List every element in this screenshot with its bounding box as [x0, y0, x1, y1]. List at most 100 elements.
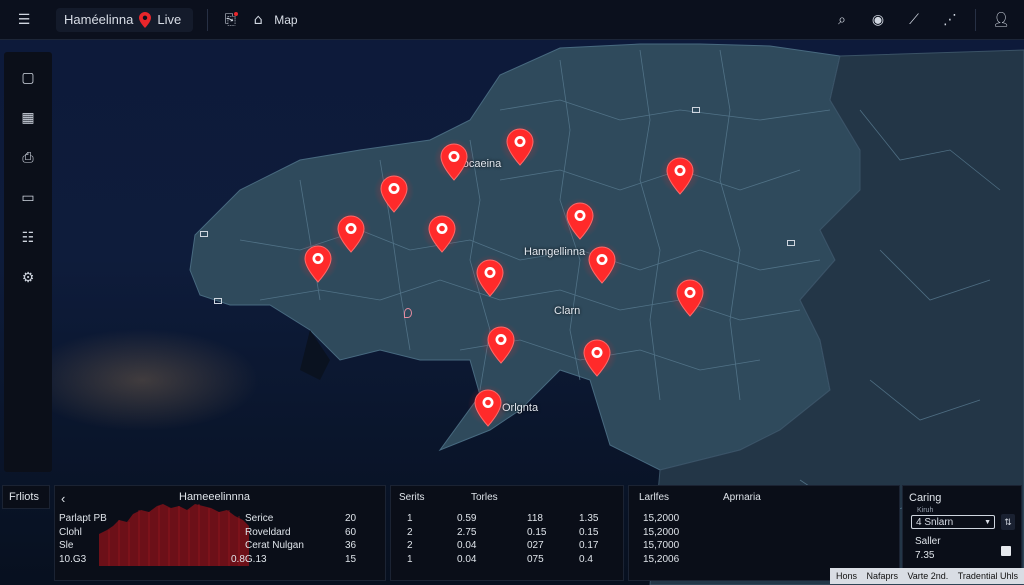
chat-icon[interactable]: ▢: [12, 64, 44, 92]
stats-cell: 2: [407, 540, 413, 552]
poi-marker[interactable]: [214, 298, 222, 304]
stats-header: Serits: [399, 492, 425, 503]
loc-row: 15,2000: [643, 527, 680, 538]
divider: [207, 8, 209, 31]
stats-cell: 2: [407, 526, 413, 538]
divider: [975, 8, 976, 31]
stats-table-panel: Serits Torles 1 0.59 118 1.35 2 2.75 0.15 0.15 2…: [390, 485, 624, 581]
attribution-item[interactable]: Nafaprs: [866, 571, 898, 581]
service-row-value: 15: [345, 554, 357, 565]
stats-cell: 1.35: [579, 513, 599, 524]
chart-panel: ‹ Hameeelinnna Parlapt PB Clohl Sle 10.G…: [54, 485, 386, 581]
top-bar: ☰ Haméelinna Live ⎘ ⌂ Map ⌕ ◉ ⟋ ⋰ 👤︎: [0, 0, 1024, 40]
map-pin-marker[interactable]: [420, 209, 464, 253]
stats-cell: 0.17: [579, 540, 599, 552]
signal-icon[interactable]: ⋰: [935, 6, 965, 34]
loc-row: 15,7000: [643, 540, 680, 551]
attribution-item[interactable]: Varte 2nd.: [907, 571, 948, 581]
list-icon[interactable]: ☷: [12, 224, 44, 252]
loc-header: Aprnaria: [723, 492, 761, 503]
service-row-name: Cerat Nulgan: [245, 540, 304, 551]
attribution-item[interactable]: Hons: [836, 571, 857, 581]
map-pin-marker[interactable]: [575, 333, 619, 377]
settings-icon[interactable]: ⚙: [12, 264, 44, 292]
stats-cell: 0.59: [457, 513, 477, 524]
poi-marker[interactable]: [200, 231, 208, 237]
service-row-value: 20: [345, 513, 357, 524]
loc-header: Larlfes: [639, 492, 670, 503]
left-sidebar: ▢ ▦ ⎙ ▭ ☷ ⚙: [4, 52, 52, 472]
map-tab[interactable]: Map: [274, 13, 297, 27]
loc-row: 15,2000: [643, 513, 680, 524]
building-icon[interactable]: ▦: [12, 104, 44, 132]
map-pin-marker[interactable]: [498, 122, 542, 166]
back-button[interactable]: ‹: [61, 491, 65, 506]
map-pin-marker[interactable]: [329, 209, 373, 253]
stats-cell: 0.04: [457, 554, 477, 566]
document-icon[interactable]: ⎙: [12, 144, 44, 172]
location-marker-outline[interactable]: [404, 308, 412, 318]
bottom-left-tab[interactable]: Frliots: [2, 485, 50, 509]
settings-select[interactable]: 4 Snlarn ▼: [911, 515, 995, 529]
map-pin-marker[interactable]: [479, 320, 523, 364]
map-pin-marker[interactable]: [658, 151, 702, 195]
map-pin-marker[interactable]: [468, 253, 512, 297]
search-icon[interactable]: ⌕: [827, 6, 857, 34]
settings-sub-label: Saller: [915, 536, 941, 547]
map-pin-marker[interactable]: [558, 196, 602, 240]
settings-sub-value: 7.35: [915, 550, 935, 561]
loc-row: 15,2006: [643, 554, 680, 565]
map-pin-marker[interactable]: [668, 273, 712, 317]
poi-marker[interactable]: [787, 240, 795, 246]
settings-panel: Caring Kiruh 4 Snlarn ▼ ⇅ Saller 7.35: [902, 485, 1022, 581]
settings-small-label: Kiruh: [917, 507, 934, 514]
live-label: Live: [157, 12, 182, 27]
hamburger-icon[interactable]: ☰: [10, 6, 38, 34]
poi-marker[interactable]: [692, 107, 700, 113]
checkbox[interactable]: [1001, 546, 1011, 556]
stats-cell: 0.15: [527, 526, 547, 538]
chart-legend-item: Clohl: [59, 527, 82, 538]
chevron-down-icon: ▼: [984, 518, 991, 526]
stats-cell: 2.75: [457, 526, 477, 538]
settings-title: Caring: [909, 492, 942, 504]
chart-bottom-value: 0.8G.13: [231, 554, 267, 565]
home-icon[interactable]: ⌂: [244, 6, 272, 34]
app-title: Haméelinna: [64, 12, 134, 27]
stats-cell: 027: [527, 540, 544, 552]
sort-icon[interactable]: ⇅: [1001, 514, 1015, 530]
location-panel: Larlfes Aprnaria 15,2000 15,2000 15,7000…: [628, 485, 900, 581]
service-row-name: Roveldard: [245, 527, 291, 538]
stats-header: Torles: [471, 492, 498, 503]
map-attribution: Hons Nafaprs Varte 2nd. Tradential Uhls: [830, 568, 1024, 584]
stats-cell: 118: [527, 513, 543, 524]
map-pin-marker[interactable]: [466, 383, 510, 427]
stats-cell: 0.15: [579, 526, 599, 538]
location-pin-icon: [139, 11, 152, 28]
stats-cell: 0.04: [457, 540, 477, 552]
chart-legend-item: Sle: [59, 540, 74, 551]
histogram-bars: [99, 504, 249, 566]
stats-cell: 075: [527, 554, 544, 566]
stats-cell: 1: [407, 513, 413, 524]
chart-legend-item: 10.G3: [59, 554, 87, 565]
service-row-name: Serice: [245, 513, 274, 524]
stats-cell: 0.4: [579, 554, 593, 566]
map-pin-marker[interactable]: [296, 239, 340, 283]
monitor-icon[interactable]: ▭: [12, 184, 44, 212]
slash-icon[interactable]: ⟋: [899, 6, 929, 34]
user-icon[interactable]: 👤︎: [986, 6, 1016, 34]
map-pin-marker[interactable]: [580, 240, 624, 284]
map-pin-marker[interactable]: [372, 169, 416, 213]
service-row-value: 60: [345, 527, 357, 538]
stats-cell: 1: [407, 554, 413, 566]
notification-icon[interactable]: ⎘: [216, 6, 244, 34]
attribution-item[interactable]: Tradential Uhls: [958, 571, 1018, 581]
map-label-center: Hamgellinna: [524, 246, 586, 258]
map-label-clarn: Clarn: [554, 305, 581, 317]
service-row-value: 36: [345, 540, 357, 551]
coin-icon[interactable]: ◉: [863, 6, 893, 34]
chart-legend-item: Parlapt PB: [59, 513, 107, 524]
location-title-pill[interactable]: Haméelinna Live: [56, 7, 194, 32]
map-pin-marker[interactable]: [432, 137, 476, 181]
